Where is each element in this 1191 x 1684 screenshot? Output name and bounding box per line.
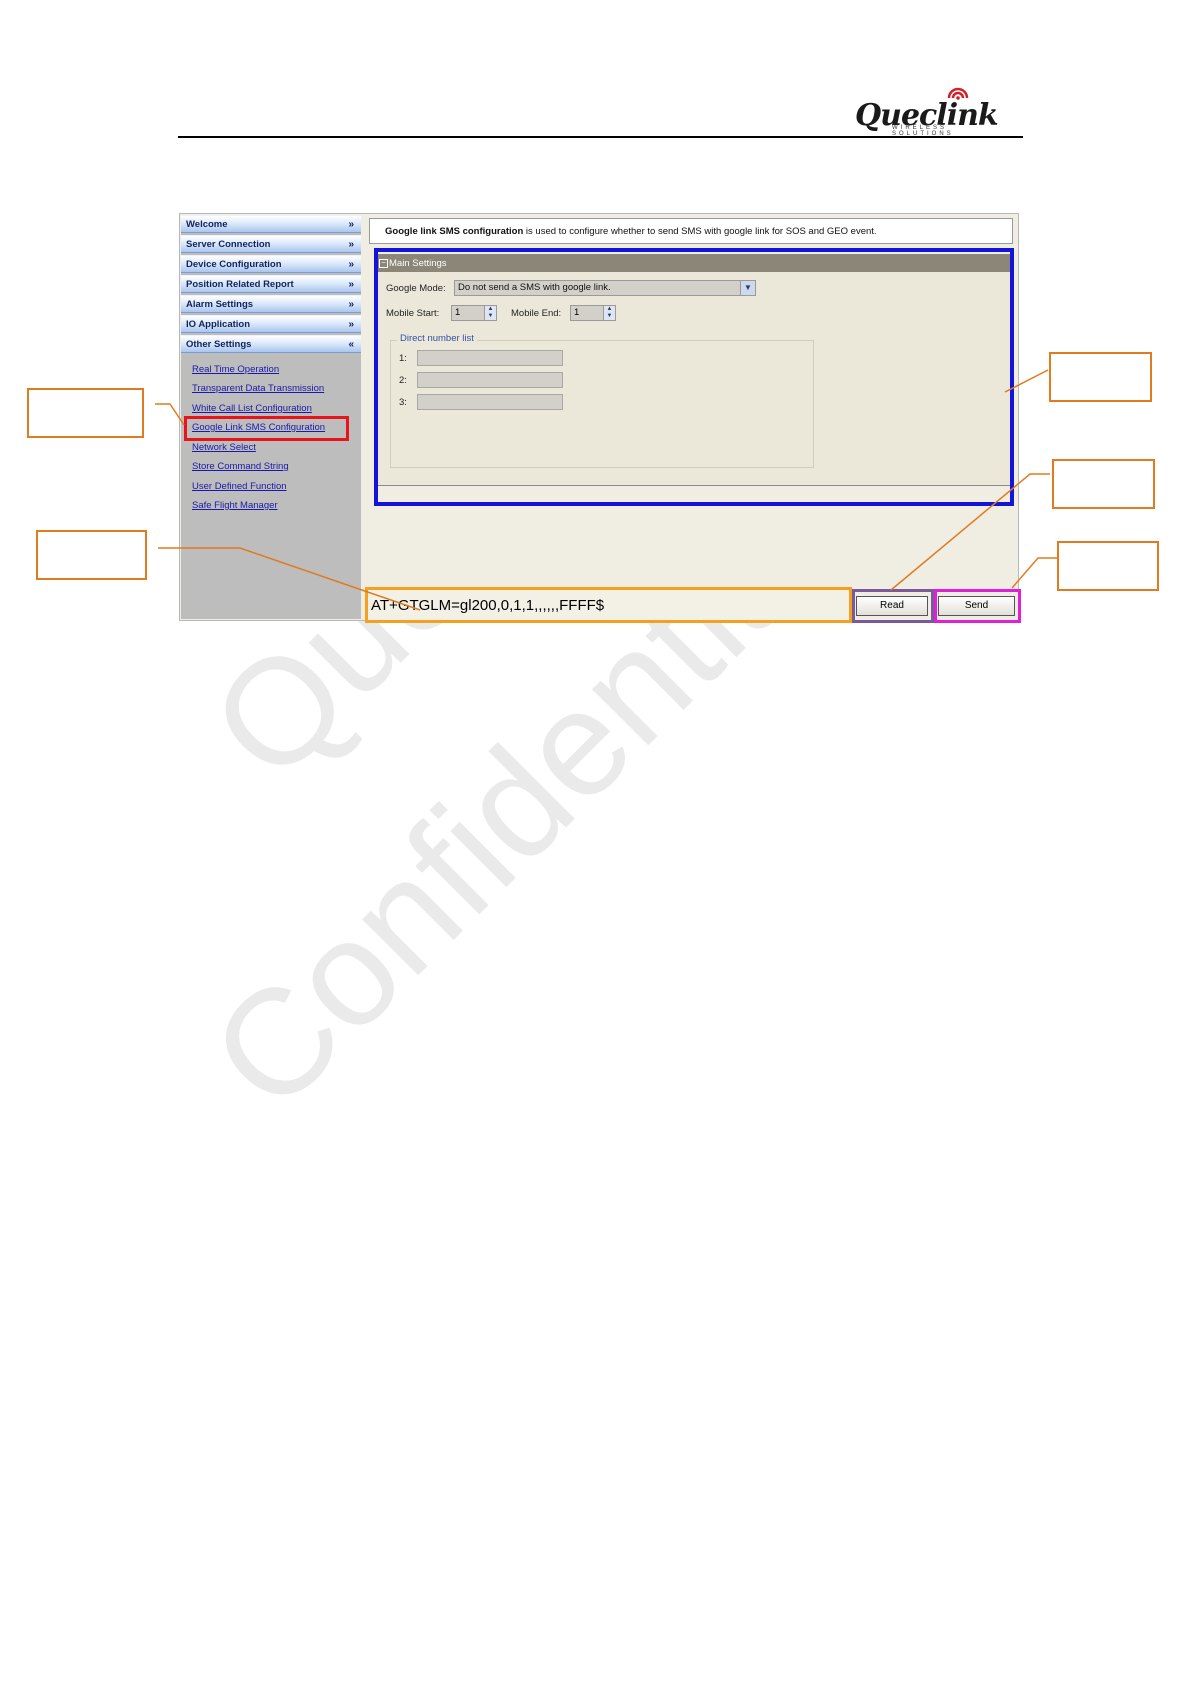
callout-leaders (155, 369, 1057, 611)
